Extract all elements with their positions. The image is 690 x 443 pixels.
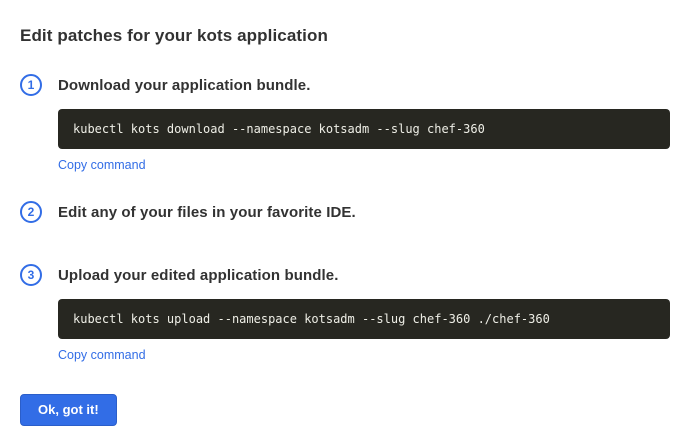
step-2-label: Edit any of your files in your favorite … (58, 204, 356, 221)
step-edit: 2 Edit any of your files in your favorit… (20, 201, 670, 223)
download-command-code[interactable]: kubectl kots download --namespace kotsad… (58, 109, 670, 149)
ok-got-it-button[interactable]: Ok, got it! (20, 394, 117, 426)
step-1-label: Download your application bundle. (58, 77, 310, 94)
step-download-body: kubectl kots download --namespace kotsad… (58, 109, 670, 174)
step-download-header: 1 Download your application bundle. (20, 74, 670, 96)
upload-command-code[interactable]: kubectl kots upload --namespace kotsadm … (58, 299, 670, 339)
edit-patches-panel: Edit patches for your kots application 1… (0, 0, 690, 443)
step-3-number-badge: 3 (20, 264, 42, 286)
upload-copy-command-link[interactable]: Copy command (58, 348, 146, 362)
step-download: 1 Download your application bundle. kube… (20, 74, 670, 174)
step-upload-body: kubectl kots upload --namespace kotsadm … (58, 299, 670, 364)
page-title: Edit patches for your kots application (20, 26, 670, 46)
step-upload-header: 3 Upload your edited application bundle. (20, 264, 670, 286)
step-3-label: Upload your edited application bundle. (58, 267, 338, 284)
step-upload: 3 Upload your edited application bundle.… (20, 264, 670, 364)
step-edit-header: 2 Edit any of your files in your favorit… (20, 201, 670, 223)
step-2-number-badge: 2 (20, 201, 42, 223)
download-copy-command-link[interactable]: Copy command (58, 158, 146, 172)
step-1-number-badge: 1 (20, 74, 42, 96)
